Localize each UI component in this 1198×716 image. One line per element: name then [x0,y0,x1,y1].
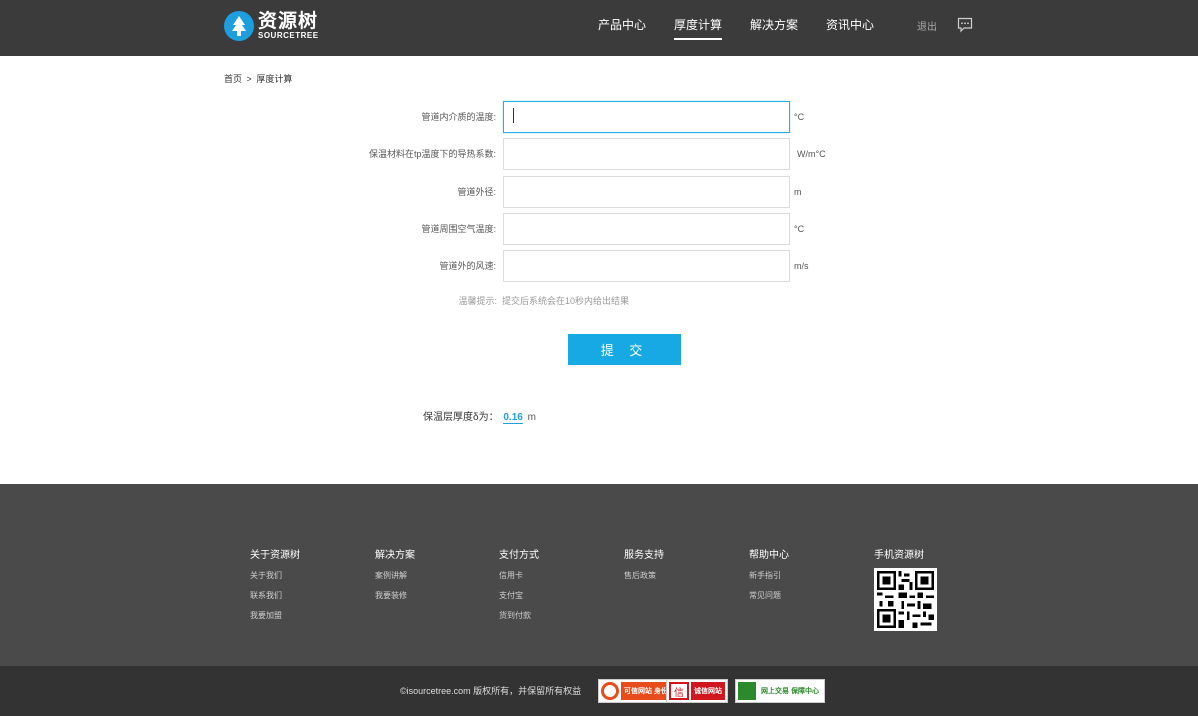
breadcrumb-separator: > [246,74,252,84]
message-icon[interactable] [957,17,973,33]
logo[interactable]: 资源树 SOURCETREE [224,10,319,42]
nav-solutions[interactable]: 解决方案 [750,0,798,56]
footer-col-title: 手机资源树 [874,550,924,561]
footer-link-after-sales[interactable]: 售后政策 [624,570,664,581]
credit-site-badge[interactable]: 信 诚信网站 [666,679,728,703]
air-temp-input[interactable] [503,213,790,245]
form-row-wind-speed: 管道外的风速: m/s [300,250,860,282]
top-header: 资源树 SOURCETREE 产品中心 厚度计算 解决方案 资讯中心 退出 [0,0,1198,56]
medium-temp-label: 管道内介质的温度: [421,112,496,122]
footer-col-title: 支付方式 [499,550,539,561]
credit-icon: 信 [669,682,689,700]
footer: 关于资源树 关于我们 联系我们 我要加盟 解决方案 案例讲解 我要装修 支付方式… [0,484,1198,666]
submit-button[interactable]: 提 交 [568,334,681,365]
footer-col-title: 服务支持 [624,550,664,561]
conductivity-input[interactable] [503,138,790,170]
logo-name: 资源树 [258,11,319,32]
air-temp-label: 管道周围空气温度: [421,224,496,234]
copyright-text: ©isourcetree.com 版权所有，并保留所有权益 [400,686,582,696]
breadcrumb: 首页 > 厚度计算 [224,72,294,85]
footer-col-title: 帮助中心 [749,550,789,561]
footer-link-guide[interactable]: 新手指引 [749,570,789,581]
trusted-site-icon [601,682,619,700]
outer-diameter-input[interactable] [503,176,790,208]
breadcrumb-current: 厚度计算 [256,74,293,84]
footer-link-credit-card[interactable]: 信用卡 [499,570,539,581]
medium-temp-unit: °C [794,112,805,122]
wind-speed-label: 管道外的风速: [439,261,496,271]
tree-icon [224,11,254,41]
medium-temp-input[interactable] [503,101,790,133]
result-value: 0.16 [503,412,523,424]
trade-security-badge[interactable]: 网上交易 保障中心 [735,679,825,703]
result-label: 保温层厚度δ为： [423,412,499,423]
footer-col-solutions: 解决方案 案例讲解 我要装修 [375,546,415,610]
form-row-air-temp: 管道周围空气温度: °C [300,213,860,245]
footer-link-cases[interactable]: 案例讲解 [375,570,415,581]
text-caret [513,108,514,123]
nav-products[interactable]: 产品中心 [598,0,646,56]
footer-col-title: 解决方案 [375,550,415,561]
badge-text: 诚信网站 [691,682,725,700]
badge-text: 网上交易 保障中心 [758,682,822,700]
qr-code-icon [874,568,937,631]
nav-news[interactable]: 资讯中心 [826,0,874,56]
result-unit: m [527,412,536,423]
footer-link-alipay[interactable]: 支付宝 [499,590,539,601]
footer-link-join[interactable]: 我要加盟 [250,610,300,621]
tip-text: 提交后系统会在10秒内给出结果 [502,296,630,306]
trade-security-icon [738,682,756,700]
footer-col-service: 服务支持 售后政策 [624,546,664,590]
outer-diameter-unit: m [794,187,802,197]
footer-link-about-us[interactable]: 关于我们 [250,570,300,581]
form-row-conductivity: 保温材料在tp温度下的导热系数: W/m°C [300,138,860,170]
footer-link-faq[interactable]: 常见问题 [749,590,789,601]
copyright-bar: ©isourcetree.com 版权所有，并保留所有权益 可信网站 身份验证 … [0,666,1198,716]
result-line: 保温层厚度δ为： 0.16 m [423,408,536,424]
footer-col-help: 帮助中心 新手指引 常见问题 [749,546,789,610]
footer-link-contact[interactable]: 联系我们 [250,590,300,601]
footer-link-cod[interactable]: 货到付款 [499,610,539,621]
conductivity-label: 保温材料在tp温度下的导热系数: [368,149,496,159]
air-temp-unit: °C [794,224,805,234]
form-row-medium-temp: 管道内介质的温度: °C [300,101,860,133]
wind-speed-input[interactable] [503,250,790,282]
breadcrumb-home[interactable]: 首页 [224,74,242,84]
footer-link-renovate[interactable]: 我要装修 [375,590,415,601]
footer-col-payment: 支付方式 信用卡 支付宝 货到付款 [499,546,539,630]
conductivity-unit: W/m°C [797,149,826,159]
logout-link[interactable]: 退出 [917,18,937,33]
main-nav: 产品中心 厚度计算 解决方案 资讯中心 [584,0,888,56]
tip-label: 温馨提示: [458,296,497,306]
form-row-outer-diameter: 管道外径: m [300,176,860,208]
outer-diameter-label: 管道外径: [457,187,496,197]
footer-col-about: 关于资源树 关于我们 联系我们 我要加盟 [250,546,300,630]
footer-col-mobile: 手机资源树 [874,546,924,570]
logo-english: SOURCETREE [258,31,319,40]
nav-thickness-calc[interactable]: 厚度计算 [674,0,723,56]
footer-col-title: 关于资源树 [250,550,300,561]
wind-speed-unit: m/s [794,261,809,271]
